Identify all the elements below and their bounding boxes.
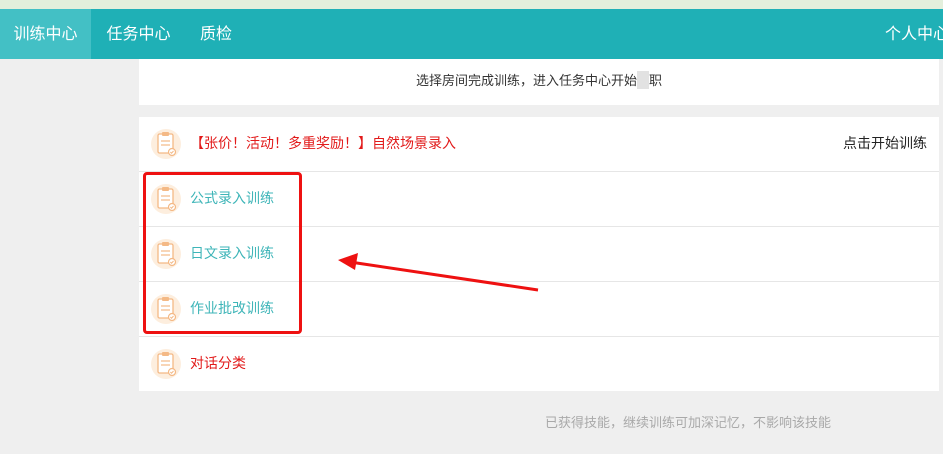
training-item-label: 【张价！活动！多重奖励！】自然场景录入 (190, 136, 456, 152)
training-item-japanese-entry[interactable]: 日文录入训练 (139, 227, 939, 282)
notice-task-center-link[interactable]: 任务中心 (559, 74, 611, 89)
clipboard-icon (151, 294, 181, 324)
footer-note: 已获得技能，继续训练可加深记忆，不影响该技能 (544, 416, 831, 431)
top-strip (0, 0, 943, 9)
clipboard-icon (151, 129, 181, 159)
notice-text-before: 选择房间完成训练，进入 (415, 74, 559, 89)
nav-profile-center[interactable]: 个人中心 (885, 9, 943, 59)
clipboard-icon (151, 349, 181, 379)
training-item-label: 对话分类 (190, 356, 246, 372)
training-item-label: 公式录入训练 (190, 191, 274, 207)
nav-tab-training-center[interactable]: 训练中心 (0, 9, 91, 59)
nav-tab-task-center[interactable]: 任务中心 (91, 9, 186, 59)
notice-text-tail: 职 (649, 74, 663, 89)
training-item-label: 日文录入训练 (190, 246, 274, 262)
training-item-formula-entry[interactable]: 公式录入训练 (139, 172, 939, 227)
redacted-text (637, 71, 650, 89)
nav-tab-quality-check[interactable]: 质检 (186, 9, 246, 59)
training-list: 【张价！活动！多重奖励！】自然场景录入 点击开始训练 公式录入训练 日文录入训练 (139, 117, 939, 391)
training-item-dialogue-classification[interactable]: 对话分类 (139, 337, 939, 392)
notice-text-after: 开始 (611, 74, 638, 89)
start-training-button[interactable]: 点击开始训练 (843, 117, 927, 172)
clipboard-icon (151, 239, 181, 269)
training-item-label: 作业批改训练 (190, 301, 274, 317)
clipboard-icon (151, 184, 181, 214)
training-item-natural-scene[interactable]: 【张价！活动！多重奖励！】自然场景录入 点击开始训练 (139, 117, 939, 172)
top-navbar: 训练中心 任务中心 质检 个人中心 (0, 9, 943, 59)
training-item-homework-grading[interactable]: 作业批改训练 (139, 282, 939, 337)
notice-banner: 选择房间完成训练，进入任务中心开始职 (139, 59, 939, 105)
